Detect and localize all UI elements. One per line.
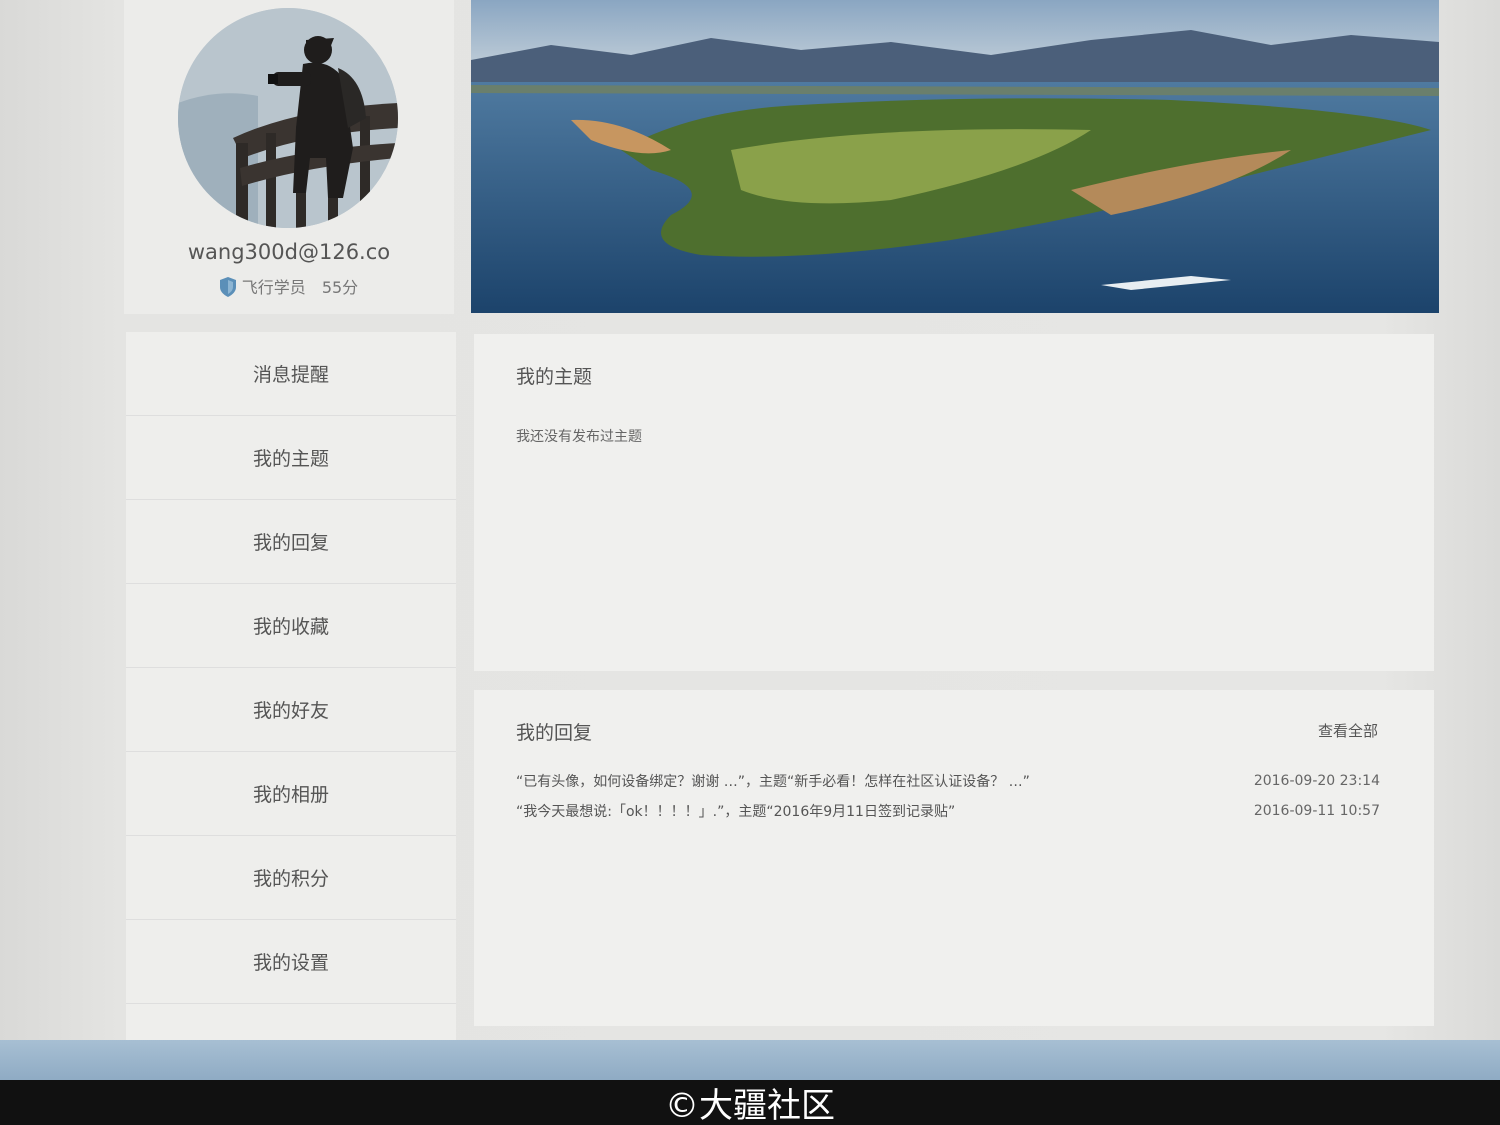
topics-empty-message: 我还没有发布过主题 xyxy=(516,429,642,445)
reply-link[interactable]: “已有头像，如何设备绑定？谢谢 …”，主题“新手必看！怎样在社区认证设备？ …” xyxy=(516,771,1030,791)
app-screen: wang300d@126.co 飞行学员 55分 消息提醒 我的主题 我的回复 … xyxy=(0,0,1500,1040)
list-item: “已有头像，如何设备绑定？谢谢 …”，主题“新手必看！怎样在社区认证设备？ …”… xyxy=(516,766,1380,796)
rank-label: 飞行学员 xyxy=(241,278,306,297)
cover-banner-image xyxy=(471,0,1439,313)
watermark: ©大疆社区 xyxy=(665,1086,835,1125)
my-replies-panel: 我的回复 查看全部 “已有头像，如何设备绑定？谢谢 …”，主题“新手必看！怎样在… xyxy=(474,690,1434,1026)
topics-panel-title: 我的主题 xyxy=(516,366,593,388)
profile-card: wang300d@126.co 飞行学员 55分 xyxy=(124,0,454,314)
menu-item-my-points[interactable]: 我的积分 xyxy=(126,836,456,920)
taskbar xyxy=(0,1040,1500,1080)
menu-item-my-topics[interactable]: 我的主题 xyxy=(126,416,456,500)
score-label: 55分 xyxy=(321,278,359,297)
menu-item-notifications[interactable]: 消息提醒 xyxy=(126,332,456,416)
menu-item-my-replies[interactable]: 我的回复 xyxy=(126,500,456,584)
list-item: “我今天最想说:「ok！！！！」.”，主题“2016年9月11日签到记录贴” 2… xyxy=(516,796,1380,826)
my-topics-panel: 我的主题 我还没有发布过主题 xyxy=(474,334,1434,671)
reply-link[interactable]: “我今天最想说:「ok！！！！」.”，主题“2016年9月11日签到记录贴” xyxy=(516,801,955,821)
rank-row: 飞行学员 55分 xyxy=(124,274,454,298)
reply-list: “已有头像，如何设备绑定？谢谢 …”，主题“新手必看！怎样在社区认证设备？ …”… xyxy=(516,766,1380,826)
photographer-silhouette xyxy=(178,8,398,228)
replies-panel-title: 我的回复 xyxy=(516,722,593,744)
username[interactable]: wang300d@126.co xyxy=(124,240,454,264)
menu-item-my-friends[interactable]: 我的好友 xyxy=(126,668,456,752)
avatar[interactable] xyxy=(178,8,398,228)
sidebar-menu: 消息提醒 我的主题 我的回复 我的收藏 我的好友 我的相册 我的积分 我的设置 xyxy=(126,332,456,1040)
reply-timestamp: 2016-09-11 10:57 xyxy=(1253,803,1380,819)
menu-item-my-favorites[interactable]: 我的收藏 xyxy=(126,584,456,668)
reply-timestamp: 2016-09-20 23:14 xyxy=(1253,773,1380,789)
island-landscape-image xyxy=(471,0,1439,313)
view-all-link[interactable]: 查看全部 xyxy=(1318,720,1378,741)
menu-item-my-settings[interactable]: 我的设置 xyxy=(126,920,456,1004)
menu-item-my-albums[interactable]: 我的相册 xyxy=(126,752,456,836)
rank-shield-icon xyxy=(219,277,236,297)
